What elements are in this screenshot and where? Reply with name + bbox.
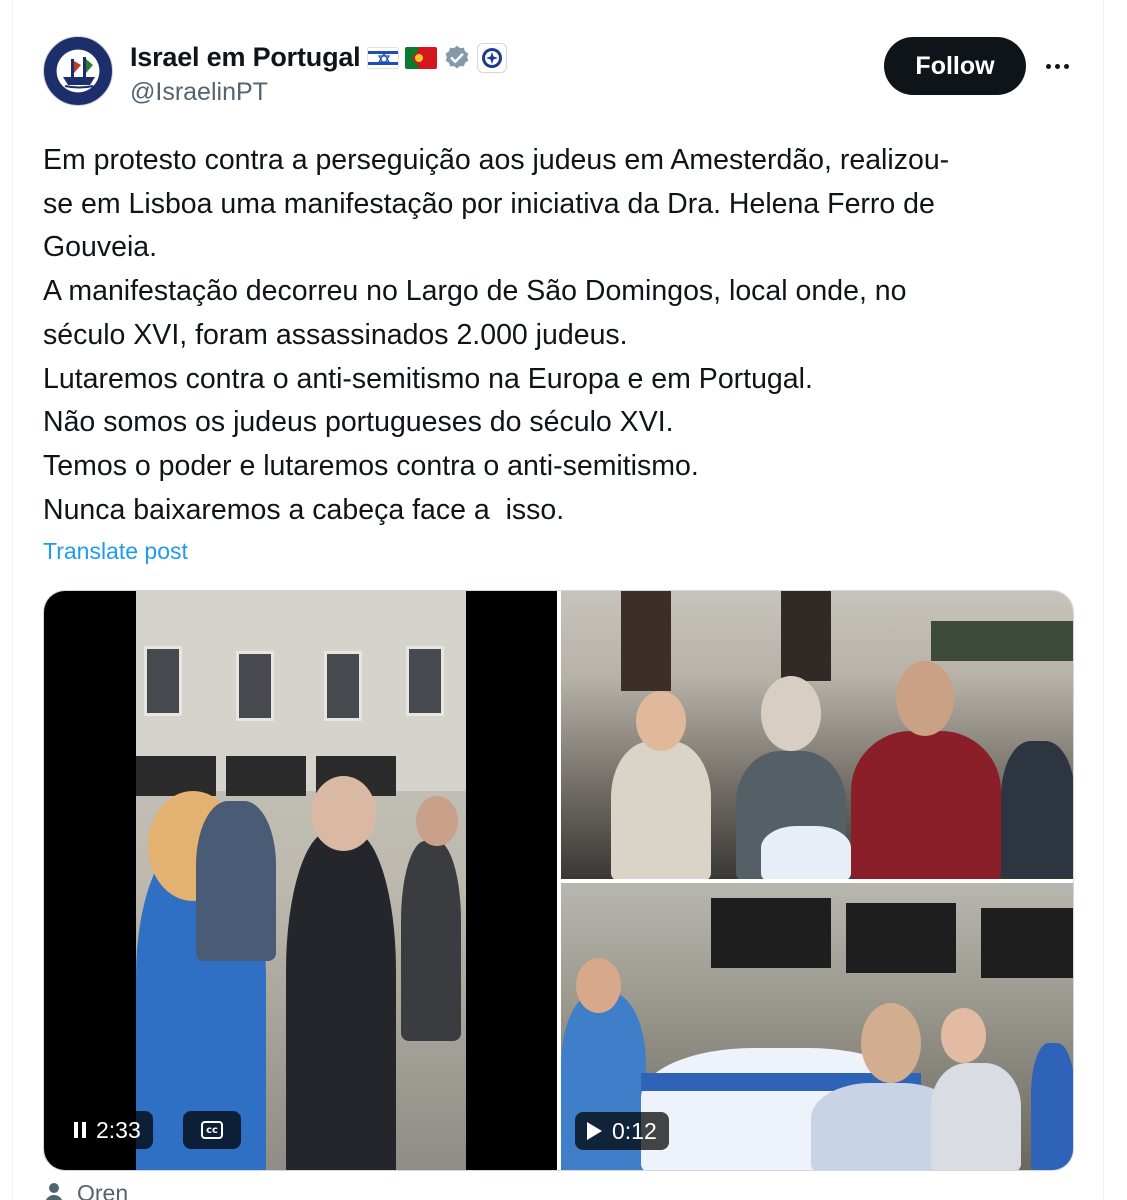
post-text-line: Temos o poder e lutaremos contra o anti-… bbox=[43, 449, 699, 482]
embassy-ship-logo bbox=[63, 57, 95, 89]
person-icon bbox=[43, 1182, 65, 1200]
crowd-photo bbox=[561, 591, 1073, 879]
card-left-border bbox=[12, 0, 13, 1200]
avatar[interactable] bbox=[43, 36, 113, 106]
translate-post-link[interactable]: Translate post bbox=[43, 538, 188, 565]
video-playback-control[interactable]: 0:12 bbox=[575, 1112, 669, 1150]
video-time: 2:33 bbox=[96, 1116, 141, 1143]
verified-badge-icon[interactable] bbox=[443, 44, 471, 72]
post-text-line: se em Lisboa uma manifestação por inicia… bbox=[43, 187, 935, 220]
video-time: 0:12 bbox=[612, 1117, 657, 1144]
post-text: Em protesto contra a perseguição aos jud… bbox=[43, 139, 1063, 532]
photo-top-right[interactable] bbox=[561, 591, 1073, 879]
closed-captions-icon: cc bbox=[201, 1121, 223, 1139]
video-main-frame bbox=[136, 591, 466, 1170]
video-main[interactable]: 2:33 cc bbox=[44, 591, 557, 1170]
captions-button[interactable]: cc bbox=[183, 1111, 241, 1149]
tagged-user-row[interactable]: Oren bbox=[43, 1180, 128, 1200]
name-row: Israel em Portugal bbox=[130, 42, 507, 73]
post-text-line: Em protesto contra a perseguição aos jud… bbox=[43, 144, 950, 176]
pause-icon[interactable] bbox=[74, 1122, 86, 1138]
card-right-border bbox=[1103, 0, 1104, 1200]
post-text-line: século XVI, foram assassinados 2.000 jud… bbox=[43, 318, 628, 351]
media-grid: 2:33 cc 0:12 bbox=[43, 590, 1074, 1171]
post-text-line: Não somos os judeus portugueses do sécul… bbox=[43, 406, 674, 439]
play-icon[interactable] bbox=[587, 1122, 602, 1140]
video-playback-control[interactable]: 2:33 bbox=[62, 1111, 153, 1149]
israel-flag-icon bbox=[366, 46, 399, 69]
follow-button[interactable]: Follow bbox=[884, 37, 1026, 95]
post-text-line: Lutaremos contra o anti-semitismo na Eur… bbox=[43, 362, 813, 395]
video-bottom-right[interactable]: 0:12 bbox=[561, 883, 1073, 1170]
tagged-user-name[interactable]: Oren bbox=[77, 1180, 128, 1200]
post-text-line: Gouveia. bbox=[43, 231, 158, 264]
post-text-line: A manifestação decorreu no Largo de São … bbox=[43, 275, 907, 308]
post-header: Israel em Portugal @IsraelinPT Follow bbox=[43, 36, 1083, 108]
more-options-icon[interactable] bbox=[1039, 52, 1075, 80]
user-handle[interactable]: @IsraelinPT bbox=[130, 78, 268, 107]
portugal-flag-icon bbox=[404, 46, 437, 69]
affiliate-badge-icon[interactable] bbox=[476, 42, 507, 73]
post-text-line: Nunca baixaremos a cabeça face a isso. bbox=[43, 493, 565, 526]
display-name[interactable]: Israel em Portugal bbox=[130, 42, 361, 73]
